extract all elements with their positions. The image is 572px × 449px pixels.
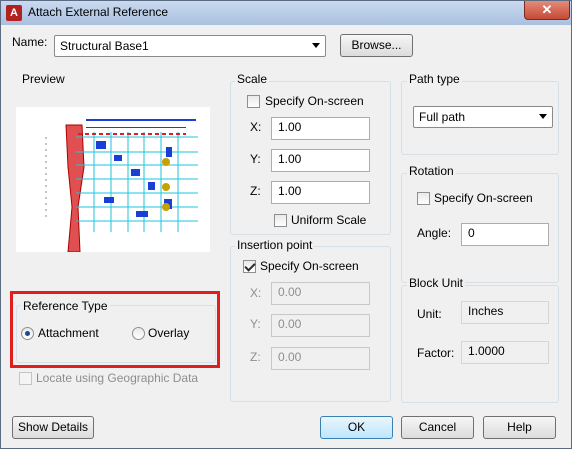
dialog-body: Name: Structural Base1 Browse... Preview <box>1 25 571 448</box>
unit-value: Inches <box>461 301 549 324</box>
close-button[interactable]: ✕ <box>524 1 570 20</box>
reference-type-highlight <box>10 291 220 368</box>
scale-x-label: X: <box>250 120 262 134</box>
path-type-label: Path type <box>407 72 462 86</box>
insertion-z-label: Z: <box>250 350 261 364</box>
insertion-x-label: X: <box>250 286 262 300</box>
scale-specify-onscreen-label: Specify On-screen <box>265 94 364 108</box>
insertion-specify-onscreen-checkbox[interactable] <box>243 260 256 273</box>
insertion-y-input[interactable]: 0.00 <box>271 314 370 337</box>
show-details-button[interactable]: Show Details <box>12 416 94 439</box>
insertion-x-input[interactable]: 0.00 <box>271 282 370 305</box>
scale-specify-onscreen-checkbox[interactable] <box>247 95 260 108</box>
help-button[interactable]: Help <box>483 416 556 439</box>
drawing-thumbnail-icon <box>16 107 210 253</box>
path-type-dropdown[interactable]: Full path <box>413 106 553 128</box>
preview-image <box>16 107 210 253</box>
insertion-specify-onscreen-label: Specify On-screen <box>260 259 359 273</box>
block-unit-label: Block Unit <box>407 276 466 290</box>
scale-z-label: Z: <box>250 184 261 198</box>
browse-button[interactable]: Browse... <box>340 34 413 57</box>
uniform-scale-checkbox[interactable] <box>274 214 287 227</box>
insertion-y-label: Y: <box>250 317 261 331</box>
insertion-z-input[interactable]: 0.00 <box>271 347 370 370</box>
unit-label: Unit: <box>417 307 442 321</box>
geographic-data-label: Locate using Geographic Data <box>36 371 199 385</box>
cancel-button[interactable]: Cancel <box>401 416 474 439</box>
scale-z-input[interactable]: 1.00 <box>271 181 370 204</box>
factor-label: Factor: <box>417 346 455 360</box>
scale-x-input[interactable]: 1.00 <box>271 117 370 140</box>
preview-label: Preview <box>22 72 65 86</box>
ok-button[interactable]: OK <box>320 416 393 439</box>
name-label: Name: <box>12 35 48 49</box>
insertion-point-label: Insertion point <box>235 238 315 252</box>
angle-input[interactable]: 0 <box>461 223 549 246</box>
autocad-logo-icon: A <box>6 5 22 21</box>
angle-label: Angle: <box>417 226 452 240</box>
scale-y-label: Y: <box>250 152 261 166</box>
factor-value: 1.0000 <box>461 341 549 364</box>
rotation-specify-onscreen-checkbox[interactable] <box>417 192 430 205</box>
uniform-scale-label: Uniform Scale <box>291 213 367 227</box>
scale-y-input[interactable]: 1.00 <box>271 149 370 172</box>
scale-group-label: Scale <box>235 72 270 86</box>
name-dropdown[interactable]: Structural Base1 <box>54 35 326 57</box>
path-type-value: Full path <box>419 110 466 124</box>
title-bar[interactable]: A Attach External Reference ✕ <box>1 1 571 25</box>
rotation-label: Rotation <box>407 164 456 178</box>
chevron-down-icon <box>312 43 320 48</box>
rotation-specify-onscreen-label: Specify On-screen <box>434 191 533 205</box>
chevron-down-icon <box>539 114 547 119</box>
geographic-data-checkbox[interactable] <box>19 372 32 385</box>
name-dropdown-value: Structural Base1 <box>60 39 149 53</box>
window-title: Attach External Reference <box>28 5 169 19</box>
dialog-window: A Attach External Reference ✕ Name: Stru… <box>0 0 572 449</box>
